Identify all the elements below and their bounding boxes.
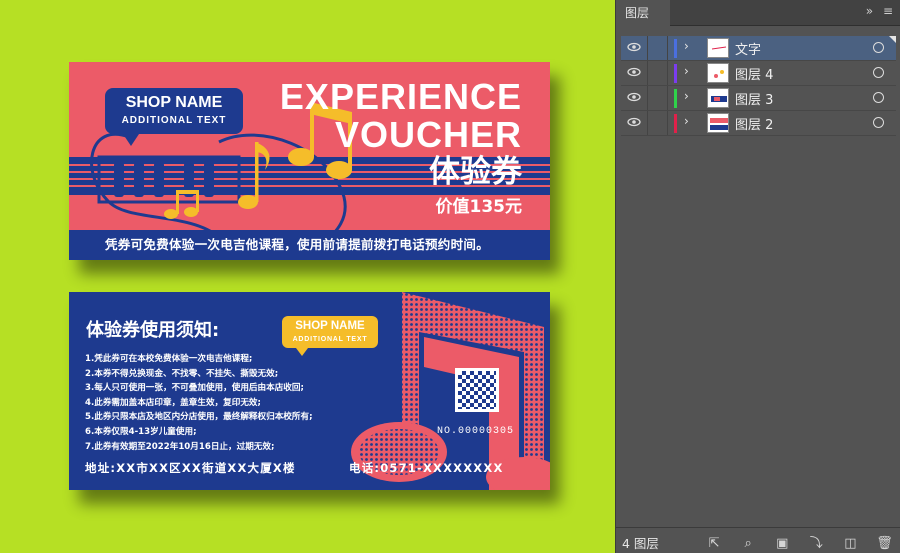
- tab-layers[interactable]: 图层: [616, 0, 670, 26]
- chevron-right-icon[interactable]: ›: [684, 114, 689, 128]
- phone-text: 电话:0571-XXXXXXXX: [349, 461, 504, 475]
- layer-thumbnail: [707, 88, 729, 108]
- shop-name-text: SHOP NAME: [295, 320, 365, 332]
- voucher-price: 价值135元: [435, 197, 523, 217]
- layer-list: › 文字 › 图层 4 › 图层 3 › 图层 2: [621, 36, 896, 136]
- panel-tab-bar: 图层 » ≡: [616, 0, 900, 26]
- voucher-title-en: EXPERIENCE VOUCHER: [280, 78, 522, 154]
- double-chevron-icon[interactable]: »: [866, 4, 873, 18]
- title-line-experience: EXPERIENCE: [279, 76, 522, 117]
- layer-row-text[interactable]: › 文字: [621, 36, 896, 61]
- layer-row-4[interactable]: › 图层 4: [621, 61, 896, 86]
- shop-name-text: SHOP NAME: [125, 94, 223, 111]
- layer-thumbnail: [707, 38, 729, 58]
- layer-thumbnail: [707, 63, 729, 83]
- layer-row-3[interactable]: › 图层 3: [621, 86, 896, 111]
- layer-count: 4 图层: [622, 536, 659, 551]
- layer-color: [674, 39, 677, 58]
- chevron-right-icon[interactable]: ›: [684, 89, 689, 103]
- voucher-title-cn: 体验券: [429, 154, 522, 190]
- shop-name-badge-back: SHOP NAME ADDITIONAL TEXT: [282, 316, 378, 356]
- title-line-voucher: VOUCHER: [334, 114, 522, 155]
- layer-color: [674, 114, 677, 133]
- layer-name[interactable]: 图层 3: [735, 89, 773, 108]
- shop-name-badge: SHOP NAME ADDITIONAL TEXT: [105, 88, 243, 146]
- eye-icon[interactable]: [627, 90, 641, 104]
- qr-code: [455, 368, 499, 412]
- target-circle-icon[interactable]: [873, 92, 884, 103]
- usage-notice-title: 体验券使用须知:: [86, 320, 220, 341]
- usage-rules-list: 1.凭此券可在本校免费体验一次电吉他课程; 2.本券不得兑换现金、不找零、不挂失…: [85, 352, 313, 454]
- serial-number: NO.00000305: [437, 426, 515, 437]
- layer-color: [674, 64, 677, 83]
- hamburger-menu-icon[interactable]: ≡: [883, 4, 893, 18]
- selection-corner-icon: [889, 36, 896, 43]
- layer-row-2[interactable]: › 图层 2: [621, 111, 896, 136]
- search-icon[interactable]: ⌕: [740, 535, 757, 552]
- new-sublayer-icon[interactable]: ⤵: [808, 535, 825, 552]
- rule-item: 3.每人只可使用一张，不可叠加使用，使用后由本店收回;: [85, 383, 304, 394]
- target-circle-icon[interactable]: [873, 42, 884, 53]
- address-text: 地址:XX市XX区XX街道XX大厦X楼: [85, 461, 296, 475]
- rule-item: 4.此券需加盖本店印章，盖章生效，复印无效;: [85, 397, 261, 408]
- eye-icon[interactable]: [627, 40, 641, 54]
- export-icon[interactable]: ⇱: [706, 535, 723, 552]
- layer-color: [674, 89, 677, 108]
- chevron-right-icon[interactable]: ›: [684, 64, 689, 78]
- voucher-front[interactable]: SHOP NAME ADDITIONAL TEXT EXPERIENCE VOU…: [69, 62, 550, 260]
- clipping-mask-icon[interactable]: ▣: [774, 535, 791, 552]
- rule-item: 5.此券只限本店及地区内分店使用，最终解释权归本校所有;: [85, 412, 313, 423]
- layer-name[interactable]: 文字: [735, 39, 761, 58]
- voucher-back[interactable]: 体验券使用须知: SHOP NAME ADDITIONAL TEXT 1.凭此券…: [69, 292, 550, 490]
- additional-text: ADDITIONAL TEXT: [292, 336, 368, 343]
- layer-thumbnail: [707, 113, 729, 133]
- chevron-right-icon[interactable]: ›: [684, 39, 689, 53]
- rule-item: 6.本券仅限4-13岁儿童使用;: [85, 426, 197, 437]
- target-circle-icon[interactable]: [873, 117, 884, 128]
- eye-icon[interactable]: [627, 65, 641, 79]
- panel-footer: 4 图层 ⇱ ⌕ ▣ ⤵ ◫ 🗑: [616, 527, 900, 553]
- eye-icon[interactable]: [627, 115, 641, 129]
- additional-text: ADDITIONAL TEXT: [121, 115, 227, 126]
- voucher-note: 凭券可免费体验一次电吉他课程，使用前请提前拨打电话预约时间。: [105, 237, 490, 252]
- layer-name[interactable]: 图层 2: [735, 114, 773, 133]
- new-layer-icon[interactable]: ◫: [842, 535, 859, 552]
- rule-item: 7.此券有效期至2022年10月16日止，过期无效;: [85, 441, 275, 452]
- target-circle-icon[interactable]: [873, 67, 884, 78]
- layer-name[interactable]: 图层 4: [735, 64, 773, 83]
- trash-icon[interactable]: 🗑: [876, 535, 893, 552]
- layers-panel: 图层 » ≡ › 文字 › 图层 4 › 图层 3 › 图层 2 4 图层 ⇱ …: [615, 0, 900, 553]
- rule-item: 2.本券不得兑换现金、不找零、不挂失、撕毁无效;: [85, 368, 279, 379]
- artboard-canvas[interactable]: SHOP NAME ADDITIONAL TEXT EXPERIENCE VOU…: [0, 0, 615, 553]
- rule-item: 1.凭此券可在本校免费体验一次电吉他课程;: [85, 354, 253, 364]
